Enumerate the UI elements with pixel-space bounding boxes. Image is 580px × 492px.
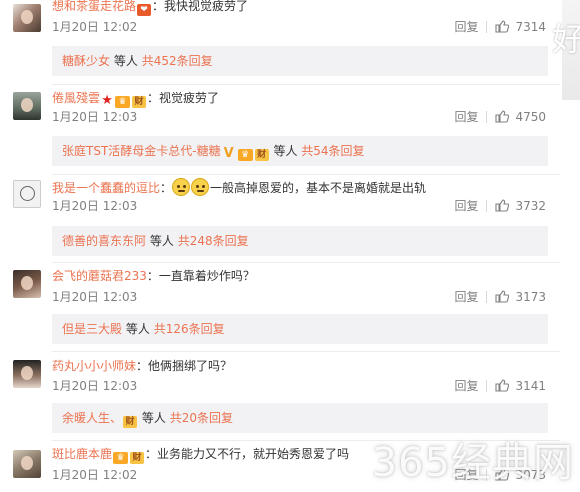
comment-text: ：我快视觉疲劳了 bbox=[152, 0, 249, 13]
divider bbox=[52, 174, 560, 175]
reply-summary[interactable]: 张庭TST活酵母金卡总代-糖糖 V ♛ 财 等人 共54条回复 bbox=[52, 136, 548, 166]
divider bbox=[52, 84, 560, 85]
vip-badge-icon: ♛ bbox=[115, 96, 131, 108]
divider bbox=[486, 291, 488, 303]
comment-time: 1月20日 12:03 bbox=[52, 199, 138, 213]
comment-username[interactable]: 斑比鹿本鹿 bbox=[52, 447, 112, 461]
reply-etc: 等人 bbox=[149, 234, 174, 248]
fortune-badge-icon: 财 bbox=[123, 416, 138, 428]
avatar[interactable] bbox=[13, 450, 41, 478]
thumbs-up-icon[interactable] bbox=[495, 110, 510, 123]
comment-username[interactable]: 药丸小小小师妹 bbox=[52, 359, 136, 373]
divider bbox=[52, 351, 560, 352]
reply-summary[interactable]: 但是三大殿 等人 共126条回复 bbox=[52, 314, 548, 344]
reply-user[interactable]: 德善的喜东东阿 bbox=[62, 234, 146, 248]
smirk-emoji-icon bbox=[172, 178, 191, 196]
star-badge-icon: ★ bbox=[101, 93, 113, 108]
reply-user[interactable]: 糖酥少女 bbox=[62, 54, 110, 68]
reply-count-link[interactable]: 共54条回复 bbox=[301, 144, 364, 158]
avatar[interactable] bbox=[13, 360, 41, 388]
reply-count-link[interactable]: 共20条回复 bbox=[170, 411, 233, 425]
colon: ： bbox=[160, 181, 173, 195]
like-count: 3173 bbox=[515, 290, 546, 304]
comment-time: 1月20日 12:02 bbox=[52, 468, 138, 482]
thumbs-up-icon[interactable] bbox=[495, 20, 510, 33]
comment-username[interactable]: 想和茶蛋走花路 bbox=[52, 0, 136, 13]
reply-etc: 等人 bbox=[141, 411, 166, 425]
reply-count-link[interactable]: 共452条回复 bbox=[142, 54, 213, 68]
vip-badge-icon: ♛ bbox=[237, 149, 253, 161]
like-count: 4750 bbox=[515, 110, 546, 124]
comment-username[interactable]: 倦風殘雲 bbox=[52, 91, 100, 105]
reply-etc: 等人 bbox=[113, 54, 138, 68]
comment-text: ：一直靠着炒作吗？ bbox=[146, 269, 255, 283]
thumbs-up-icon[interactable] bbox=[495, 290, 510, 303]
smirk-emoji-icon bbox=[191, 178, 210, 196]
comment-username[interactable]: 我是一个蠢蠢的逗比 bbox=[52, 181, 160, 195]
comment-text: 一般高掉恩爱的，基本不是离婚就是出轨 bbox=[210, 181, 427, 195]
reply-summary[interactable]: 糖酥少女 等人 共452条回复 bbox=[52, 46, 548, 76]
divider bbox=[486, 111, 488, 123]
like-count: 7314 bbox=[515, 20, 546, 34]
right-edge-strip: 好 bbox=[552, 0, 580, 100]
comment-text: ：视觉疲劳了 bbox=[147, 91, 220, 105]
reply-button[interactable]: 回复 bbox=[454, 110, 478, 124]
comment-time: 1月20日 12:02 bbox=[52, 20, 138, 34]
avatar[interactable] bbox=[13, 4, 41, 32]
comment-text: ：他俩捆绑了吗？ bbox=[136, 359, 233, 373]
comment-username[interactable]: 会飞的蘑菇君233 bbox=[52, 269, 147, 283]
avatar[interactable] bbox=[13, 92, 41, 120]
reply-user[interactable]: 但是三大殿 bbox=[62, 322, 122, 336]
verified-v-icon: V bbox=[223, 146, 234, 161]
reply-button[interactable]: 回复 bbox=[454, 199, 478, 213]
comment-actions: 回复 4750 bbox=[454, 109, 546, 125]
reply-user[interactable]: 张庭TST活酵母金卡总代-糖糖 bbox=[62, 144, 221, 158]
reply-summary[interactable]: 余暖人生、财 等人 共20条回复 bbox=[52, 403, 548, 433]
avatar[interactable] bbox=[13, 270, 41, 298]
reply-count-link[interactable]: 共248条回复 bbox=[178, 234, 249, 248]
reply-user[interactable]: 余暖人生、 bbox=[62, 411, 122, 425]
comment-time: 1月20日 12:03 bbox=[52, 379, 138, 393]
like-count: 3732 bbox=[515, 199, 546, 213]
reply-button[interactable]: 回复 bbox=[454, 379, 478, 393]
edge-glyph: 好 bbox=[551, 20, 580, 58]
comment-actions: 回复 3173 bbox=[454, 289, 546, 305]
reply-summary[interactable]: 德善的喜东东阿 等人 共248条回复 bbox=[52, 226, 548, 256]
fortune-badge-icon: 财 bbox=[254, 149, 269, 161]
reply-etc: 等人 bbox=[273, 144, 298, 158]
comment-actions: 回复 7314 bbox=[454, 19, 546, 35]
reply-count-link[interactable]: 共126条回复 bbox=[154, 322, 225, 336]
divider bbox=[486, 380, 488, 392]
fortune-badge-icon: 财 bbox=[132, 96, 147, 108]
avatar[interactable] bbox=[13, 180, 41, 208]
comment-actions: 回复 3141 bbox=[454, 378, 546, 394]
fortune-badge-icon: 财 bbox=[130, 452, 145, 464]
comment-actions: 回复 3732 bbox=[454, 198, 546, 214]
member-badge-icon: ❤ bbox=[137, 4, 152, 16]
divider bbox=[52, 262, 560, 263]
reply-button[interactable]: 回复 bbox=[454, 20, 478, 34]
reply-etc: 等人 bbox=[125, 322, 150, 336]
divider bbox=[486, 200, 488, 212]
thumbs-up-icon[interactable] bbox=[495, 199, 510, 212]
comment-time: 1月20日 12:03 bbox=[52, 290, 138, 304]
vip-badge-icon: ♛ bbox=[113, 452, 129, 464]
site-watermark: 365经典网 bbox=[371, 440, 574, 486]
divider bbox=[486, 21, 488, 33]
like-count: 3141 bbox=[515, 379, 546, 393]
comment-text: ：业务能力又不行，就开始秀恩爱了吗 bbox=[145, 447, 350, 461]
reply-button[interactable]: 回复 bbox=[454, 290, 478, 304]
thumbs-up-icon[interactable] bbox=[495, 379, 510, 392]
comment-time: 1月20日 12:03 bbox=[52, 110, 138, 124]
